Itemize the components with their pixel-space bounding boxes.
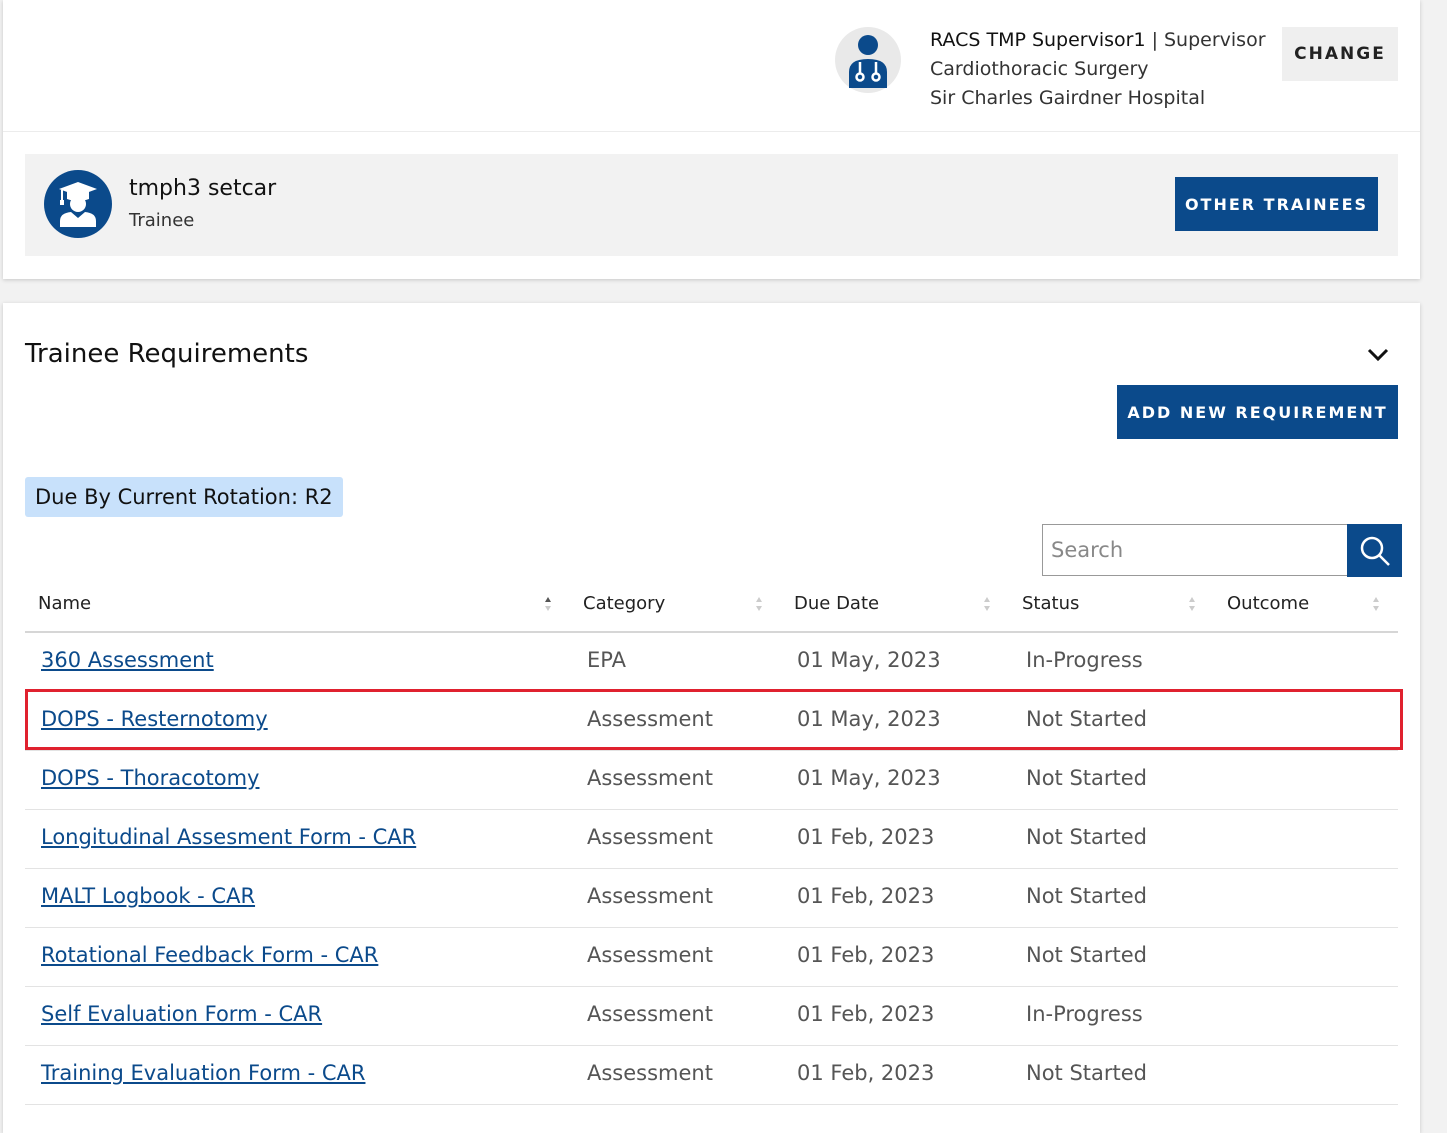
column-header-due-date[interactable]: Due Date <box>794 593 879 614</box>
requirement-link[interactable]: 360 Assessment <box>41 648 214 672</box>
search-button[interactable] <box>1347 524 1402 577</box>
trainee-panel: tmph3 setcar Trainee OTHER TRAINEES <box>25 154 1398 256</box>
category-cell: Assessment <box>587 825 713 849</box>
trainee-name: tmph3 setcar <box>129 176 277 201</box>
user-header: RACS TMP Supervisor1 | Supervisor Cardioth… <box>3 0 1420 132</box>
due-date-cell: 01 May, 2023 <box>797 648 941 672</box>
chevron-down-icon[interactable] <box>1365 345 1391 365</box>
status-cell: Not Started <box>1026 766 1148 790</box>
column-header-outcome[interactable]: Outcome <box>1227 593 1309 614</box>
supervisor-separator: | <box>1151 29 1158 51</box>
supervisor-specialty: Cardiothoracic Surgery <box>930 58 1149 80</box>
trainee-role: Trainee <box>129 210 195 231</box>
requirements-card: Trainee Requirements ADD NEW REQUIREMENT… <box>3 303 1420 1133</box>
table-body: 360 Assessment EPA 01 May, 2023 In-Progress… <box>25 633 1398 1105</box>
sort-icon[interactable] <box>543 593 553 615</box>
search-icon <box>1360 536 1390 566</box>
category-cell: Assessment <box>587 884 713 908</box>
category-cell: Assessment <box>587 943 713 967</box>
category-cell: Assessment <box>587 1061 713 1085</box>
sort-icon[interactable] <box>982 593 992 615</box>
status-cell: Not Started <box>1026 1061 1148 1085</box>
graduate-avatar-icon <box>44 170 112 238</box>
status-cell: In-Progress <box>1026 648 1143 672</box>
category-cell: Assessment <box>587 766 713 790</box>
user-context-card: RACS TMP Supervisor1 | Supervisor Cardioth… <box>3 0 1420 279</box>
requirement-link[interactable]: MALT Logbook - CAR <box>41 884 255 908</box>
supervisor-info: RACS TMP Supervisor1 | Supervisor Cardioth… <box>930 26 1266 113</box>
table-row: DOPS - Thoracotomy Assessment 01 May, 2023… <box>25 751 1398 810</box>
doctor-avatar-icon <box>835 27 901 93</box>
section-title: Trainee Requirements <box>25 339 309 369</box>
column-header-category[interactable]: Category <box>583 593 665 614</box>
rotation-badge: Due By Current Rotation: R2 <box>25 477 343 517</box>
table-row: Rotational Feedback Form - CAR Assessment… <box>25 928 1398 987</box>
add-requirement-button[interactable]: ADD NEW REQUIREMENT <box>1117 385 1398 439</box>
due-date-cell: 01 May, 2023 <box>797 766 941 790</box>
requirement-link[interactable]: Rotational Feedback Form - CAR <box>41 943 378 967</box>
column-header-name[interactable]: Name <box>38 593 91 614</box>
due-date-cell: 01 Feb, 2023 <box>797 884 935 908</box>
category-cell: Assessment <box>587 1002 713 1026</box>
requirement-link[interactable]: Self Evaluation Form - CAR <box>41 1002 322 1026</box>
due-date-cell: 01 Feb, 2023 <box>797 1002 935 1026</box>
requirement-link[interactable]: DOPS - Thoracotomy <box>41 766 259 790</box>
sort-icon[interactable] <box>1371 593 1381 615</box>
column-header-status[interactable]: Status <box>1022 593 1079 614</box>
other-trainees-button[interactable]: OTHER TRAINEES <box>1175 177 1378 231</box>
status-cell: Not Started <box>1026 707 1148 731</box>
due-date-cell: 01 Feb, 2023 <box>797 1061 935 1085</box>
category-cell: Assessment <box>587 707 713 731</box>
table-header: Name Category Due Date Status Outcome <box>25 585 1398 633</box>
change-button[interactable]: CHANGE <box>1282 27 1398 81</box>
status-cell: Not Started <box>1026 884 1148 908</box>
table-row: 360 Assessment EPA 01 May, 2023 In-Progress <box>25 633 1398 692</box>
supervisor-hospital: Sir Charles Gairdner Hospital <box>930 87 1206 109</box>
requirement-link[interactable]: DOPS - Resternotomy <box>41 707 268 731</box>
status-cell: Not Started <box>1026 943 1148 967</box>
due-date-cell: 01 Feb, 2023 <box>797 943 935 967</box>
due-date-cell: 01 May, 2023 <box>797 707 941 731</box>
status-cell: Not Started <box>1026 825 1148 849</box>
table-row: Longitudinal Assesment Form - CAR Assessm… <box>25 810 1398 869</box>
table-row: DOPS - Resternotomy Assessment 01 May, 202… <box>25 692 1398 751</box>
sort-icon[interactable] <box>754 593 764 615</box>
category-cell: EPA <box>587 648 626 672</box>
due-date-cell: 01 Feb, 2023 <box>797 825 935 849</box>
search-input[interactable] <box>1042 524 1347 576</box>
requirements-table: Name Category Due Date Status Outcome 36… <box>25 585 1398 1105</box>
requirement-link[interactable]: Training Evaluation Form - CAR <box>41 1061 365 1085</box>
supervisor-role: Supervisor <box>1163 29 1266 51</box>
supervisor-name: RACS TMP Supervisor1 <box>930 29 1146 51</box>
table-row: MALT Logbook - CAR Assessment 01 Feb, 2023… <box>25 869 1398 928</box>
requirement-link[interactable]: Longitudinal Assesment Form - CAR <box>41 825 416 849</box>
sort-icon[interactable] <box>1187 593 1197 615</box>
status-cell: In-Progress <box>1026 1002 1143 1026</box>
table-row: Training Evaluation Form - CAR Assessment… <box>25 1046 1398 1105</box>
table-row: Self Evaluation Form - CAR Assessment 01 F… <box>25 987 1398 1046</box>
